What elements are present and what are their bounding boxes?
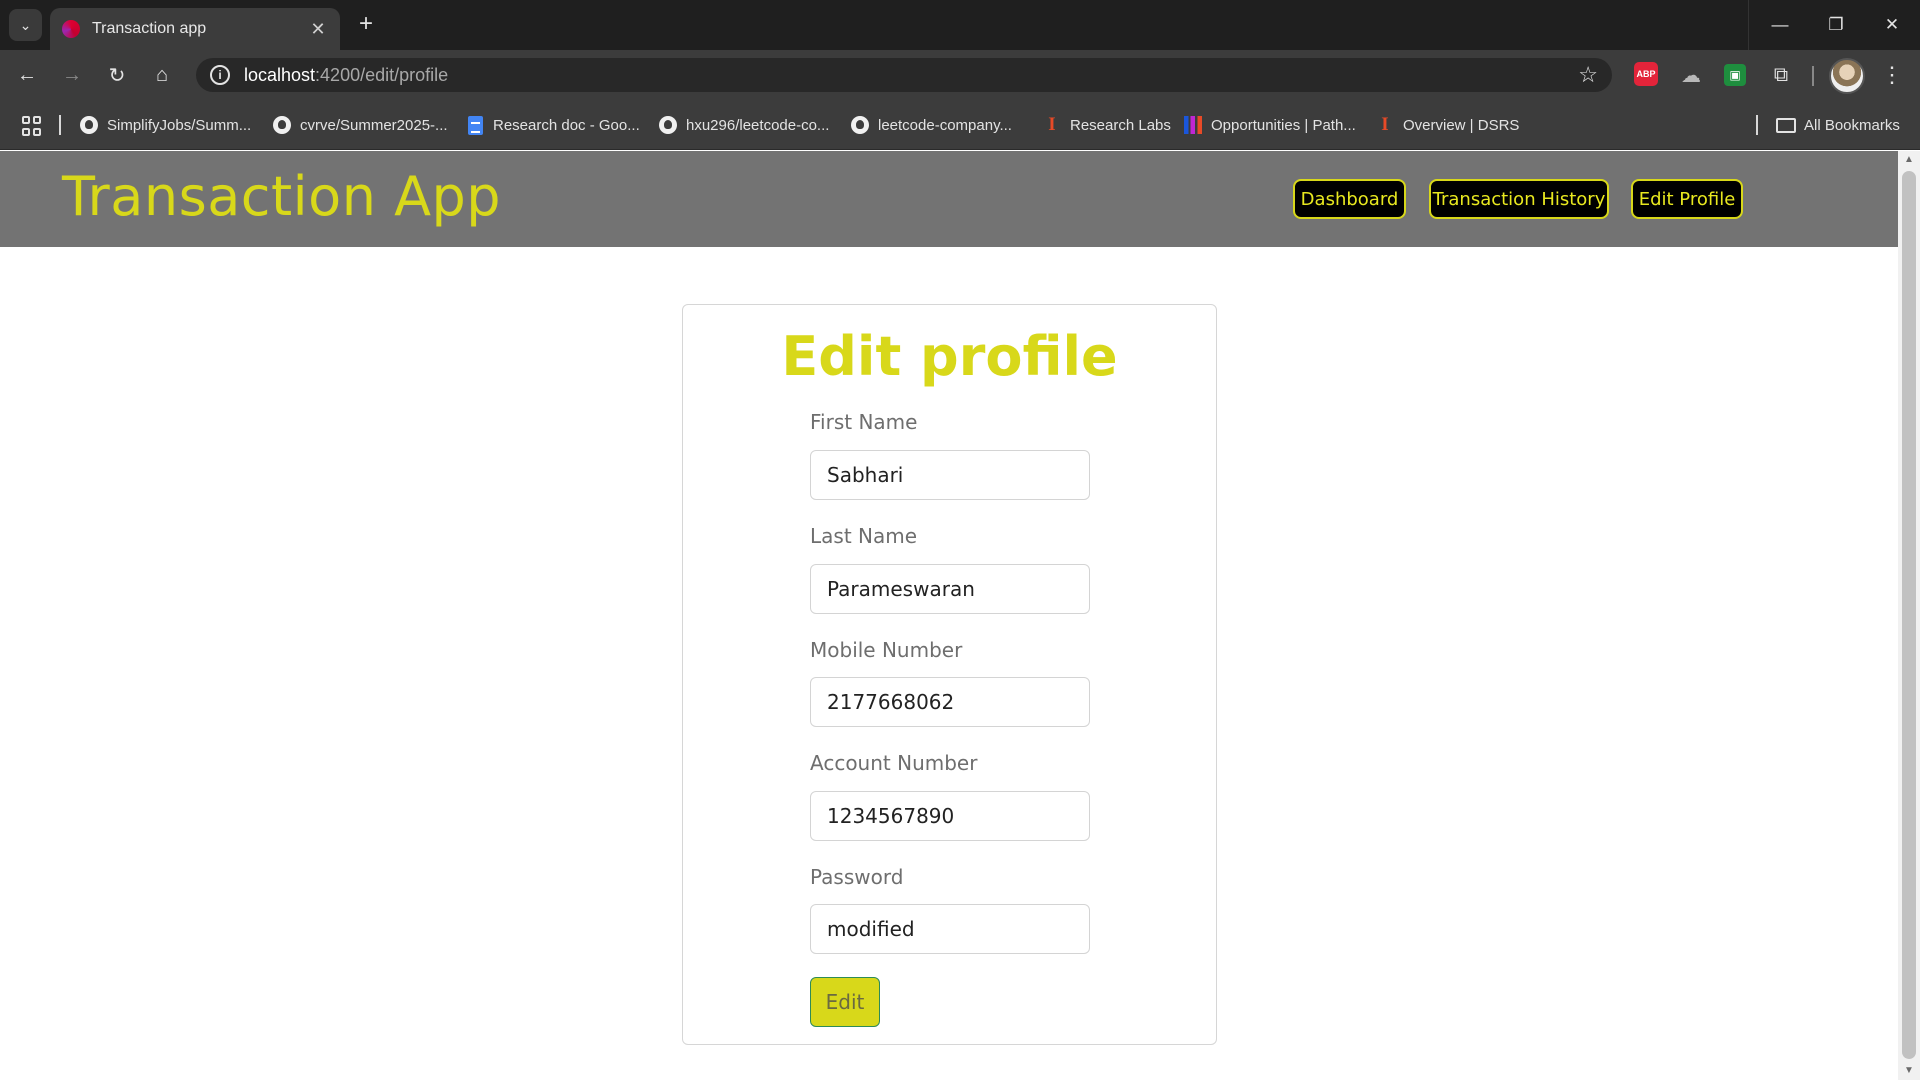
- scrollbar-thumb[interactable]: [1902, 171, 1916, 1059]
- bookmark-label: leetcode-company...: [878, 116, 1012, 134]
- bookmarks-divider: [59, 115, 61, 135]
- bookmark-simplifyjobs[interactable]: SimplifyJobs/Summ...: [79, 113, 251, 137]
- toolbar-divider: [1812, 66, 1814, 86]
- page-viewport: Transaction App Dashboard Transaction Hi…: [0, 151, 1898, 1080]
- account-number-field[interactable]: [810, 791, 1090, 841]
- edit-submit-button[interactable]: Edit: [810, 977, 880, 1027]
- url-host: localhost: [244, 64, 316, 85]
- url-path: :4200/edit/profile: [315, 64, 449, 85]
- github-icon: [272, 115, 292, 135]
- bookmark-hxu296[interactable]: hxu296/leetcode-co...: [658, 113, 829, 137]
- bookmark-label: Research doc - Goo...: [493, 116, 640, 134]
- browser-tab[interactable]: Transaction app ✕: [50, 8, 340, 50]
- scroll-up-arrow-icon[interactable]: ▲: [1898, 151, 1920, 169]
- tab-search-chevron-icon[interactable]: ⌄: [9, 9, 42, 41]
- bookmark-research-labs[interactable]: I Research Labs: [1042, 113, 1171, 137]
- address-bar[interactable]: i localhost :4200/edit/profile ☆: [196, 58, 1612, 92]
- bookmarks-bar: SimplifyJobs/Summ... cvrve/Summer2025-..…: [0, 100, 1920, 150]
- page-title: Edit profile: [781, 325, 1118, 388]
- back-arrow-icon[interactable]: ←: [10, 60, 44, 90]
- bookmark-cvrve[interactable]: cvrve/Summer2025-...: [272, 113, 448, 137]
- green-extension-icon[interactable]: ▣: [1724, 64, 1746, 86]
- bookmark-label: Overview | DSRS: [1403, 116, 1520, 134]
- mobile-number-label: Mobile Number: [810, 638, 963, 662]
- all-bookmarks-label: All Bookmarks: [1804, 116, 1900, 134]
- nav-dashboard-button[interactable]: Dashboard: [1293, 179, 1406, 219]
- google-docs-icon: [465, 115, 485, 135]
- last-name-label: Last Name: [810, 524, 918, 548]
- illinois-icon: I: [1381, 114, 1389, 135]
- first-name-field[interactable]: [810, 450, 1090, 500]
- bookmark-label: hxu296/leetcode-co...: [686, 116, 830, 134]
- first-name-label: First Name: [810, 410, 918, 434]
- bookmark-opportunities[interactable]: Opportunities | Path...: [1183, 113, 1356, 137]
- cloud-extension-icon[interactable]: ☁: [1678, 62, 1704, 88]
- forward-arrow-icon[interactable]: →: [55, 60, 89, 90]
- illinois-icon: I: [1048, 114, 1056, 135]
- github-icon: [850, 115, 870, 135]
- bookmark-label: Research Labs: [1070, 116, 1171, 134]
- pathway-icon: [1183, 115, 1203, 135]
- bookmark-leetcode-company[interactable]: leetcode-company...: [850, 113, 1012, 137]
- site-info-icon[interactable]: i: [210, 65, 230, 85]
- bookmark-overview-dsrs[interactable]: I Overview | DSRS: [1375, 113, 1519, 137]
- all-bookmarks-button[interactable]: All Bookmarks: [1776, 113, 1900, 137]
- bookmark-star-icon[interactable]: ☆: [1578, 62, 1598, 88]
- close-window-icon[interactable]: ✕: [1864, 0, 1920, 50]
- github-icon: [658, 115, 678, 135]
- browser-toolbar: ← → ↻ ⌂ i localhost :4200/edit/profile ☆…: [0, 50, 1920, 100]
- tab-close-icon[interactable]: ✕: [308, 19, 328, 40]
- profile-avatar[interactable]: [1829, 58, 1865, 94]
- extensions-puzzle-icon[interactable]: ⧉: [1768, 62, 1794, 88]
- restore-icon[interactable]: ❐: [1808, 0, 1864, 50]
- bookmark-label: cvrve/Summer2025-...: [300, 116, 448, 134]
- nav-transaction-history-button[interactable]: Transaction History: [1429, 179, 1609, 219]
- app-header: Transaction App Dashboard Transaction Hi…: [0, 151, 1898, 247]
- mobile-number-field[interactable]: [810, 677, 1090, 727]
- nav-edit-profile-button[interactable]: Edit Profile: [1631, 179, 1743, 219]
- app-brand[interactable]: Transaction App: [62, 165, 501, 228]
- page-scrollbar[interactable]: ▲ ▼: [1898, 151, 1920, 1080]
- minimize-icon[interactable]: —: [1752, 0, 1808, 50]
- account-number-label: Account Number: [810, 751, 978, 775]
- apps-grid-icon[interactable]: [22, 116, 42, 136]
- browser-tab-strip: ⌄ Transaction app ✕ + — ❐ ✕: [0, 0, 1920, 50]
- home-icon[interactable]: ⌂: [145, 60, 179, 90]
- tab-title: Transaction app: [92, 20, 207, 37]
- password-field[interactable]: [810, 904, 1090, 954]
- last-name-field[interactable]: [810, 564, 1090, 614]
- angular-favicon-icon: [62, 20, 80, 38]
- window-controls: — ❐ ✕: [1752, 0, 1920, 50]
- bookmark-label: SimplifyJobs/Summ...: [107, 116, 252, 134]
- folder-icon: [1776, 115, 1796, 135]
- password-label: Password: [810, 865, 904, 889]
- new-tab-plus-icon[interactable]: +: [352, 12, 380, 38]
- window-controls-divider: [1748, 0, 1749, 50]
- github-icon: [79, 115, 99, 135]
- reload-icon[interactable]: ↻: [100, 60, 134, 90]
- bookmark-research-doc[interactable]: Research doc - Goo...: [465, 113, 640, 137]
- bookmark-label: Opportunities | Path...: [1211, 116, 1356, 134]
- adblock-plus-icon[interactable]: ABP: [1634, 62, 1658, 86]
- bookmarks-divider: [1756, 115, 1758, 135]
- scroll-down-arrow-icon[interactable]: ▼: [1898, 1062, 1920, 1080]
- browser-menu-icon[interactable]: ⋮: [1880, 62, 1904, 88]
- edit-profile-card: Edit profile First Name Last Name Mobile…: [682, 304, 1217, 1045]
